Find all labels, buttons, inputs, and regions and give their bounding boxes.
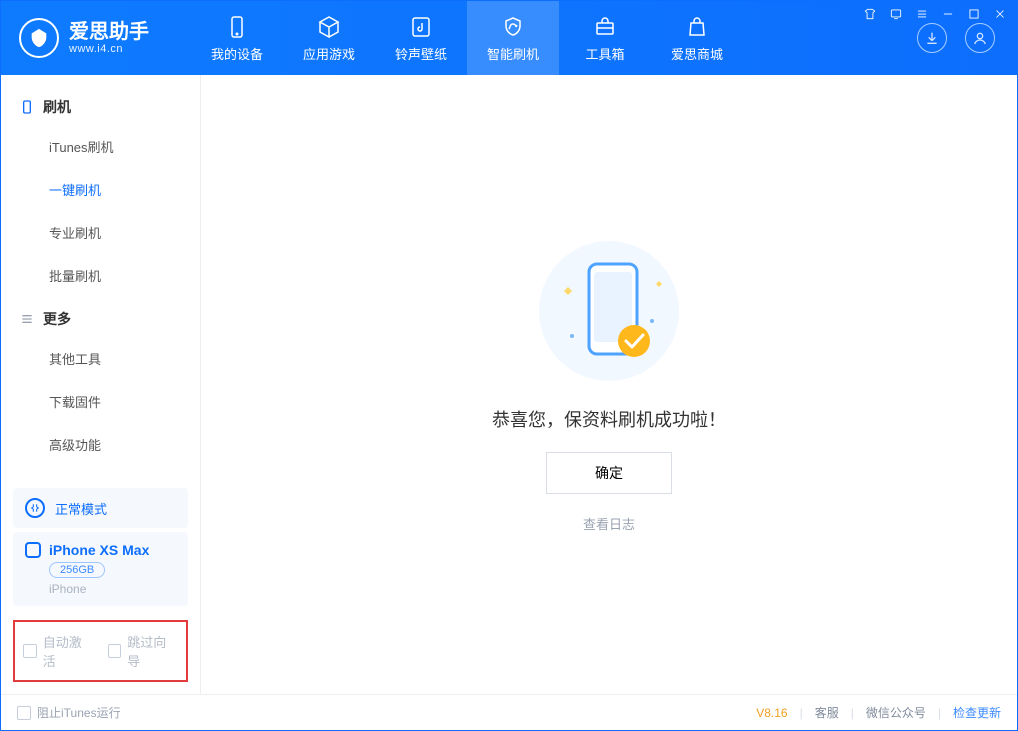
checkbox-label: 跳过向导 [127,632,178,670]
download-button[interactable] [917,23,947,53]
checkbox-auto-activate[interactable]: 自动激活 [23,632,94,670]
checkbox-block-itunes[interactable]: 阻止iTunes运行 [17,704,121,721]
checkbox-icon [23,644,37,658]
sidebar-item-advanced[interactable]: 高级功能 [1,423,200,466]
menu-icon[interactable] [915,7,929,21]
tab-ring-wallpaper[interactable]: 铃声壁纸 [375,1,467,75]
mode-icon [25,498,45,518]
tab-label: 应用游戏 [303,44,355,63]
list-icon [19,311,35,327]
view-log-link[interactable]: 查看日志 [583,514,635,533]
status-bar: 阻止iTunes运行 V8.16 | 客服 | 微信公众号 | 检查更新 [1,694,1017,730]
sidebar-group-label: 刷机 [43,97,71,117]
sidebar-group-more: 更多 [1,297,200,337]
refresh-shield-icon [500,14,526,40]
tab-label: 智能刷机 [487,44,539,63]
ok-button[interactable]: 确定 [546,452,672,494]
sidebar-group-flash: 刷机 [1,85,200,125]
checkbox-label: 阻止iTunes运行 [37,704,121,721]
account-button[interactable] [965,23,995,53]
bag-icon [684,14,710,40]
checkbox-label: 自动激活 [43,632,94,670]
checkbox-icon [108,644,122,658]
device-storage-badge: 256GB [49,562,105,578]
sidebar-item-other-tools[interactable]: 其他工具 [1,337,200,380]
checkbox-skip-guide[interactable]: 跳过向导 [108,632,179,670]
tab-label: 我的设备 [211,44,263,63]
device-mode-card[interactable]: 正常模式 [13,488,188,528]
music-icon [408,14,434,40]
success-message: 恭喜您，保资料刷机成功啦！ [492,406,726,432]
maximize-icon[interactable] [967,7,981,21]
tab-label: 工具箱 [585,44,624,63]
version-label: V8.16 [756,706,787,720]
close-icon[interactable] [993,7,1007,21]
sidebar-group-label: 更多 [43,309,71,329]
device-mode-label: 正常模式 [55,499,107,518]
feedback-icon[interactable] [889,7,903,21]
sidebar-item-onekey-flash[interactable]: 一键刷机 [1,168,200,211]
tab-toolbox[interactable]: 工具箱 [559,1,651,75]
app-title: 爱思助手 [69,21,149,43]
device-icon [19,99,35,115]
tab-apps-games[interactable]: 应用游戏 [283,1,375,75]
window-controls [863,7,1007,21]
app-subtitle: www.i4.cn [69,43,149,55]
tab-my-device[interactable]: 我的设备 [191,1,283,75]
toolbox-icon [592,14,618,40]
main-content: 恭喜您，保资料刷机成功啦！ 确定 查看日志 [201,75,1017,694]
app-header: 爱思助手 www.i4.cn 我的设备 应用游戏 铃声壁纸 智能刷机 工具箱 爱… [1,1,1017,75]
sidebar-item-pro-flash[interactable]: 专业刷机 [1,211,200,254]
checkbox-icon [17,706,31,720]
tab-label: 爱思商城 [671,44,723,63]
tab-label: 铃声壁纸 [395,44,447,63]
sidebar-item-download-firmware[interactable]: 下载固件 [1,380,200,423]
sidebar-item-batch-flash[interactable]: 批量刷机 [1,254,200,297]
skin-icon[interactable] [863,7,877,21]
support-link[interactable]: 客服 [815,704,839,721]
minimize-icon[interactable] [941,7,955,21]
app-body: 刷机 iTunes刷机 一键刷机 专业刷机 批量刷机 更多 其他工具 下载固件 … [1,75,1017,694]
device-icon [25,542,41,558]
wechat-link[interactable]: 微信公众号 [866,704,926,721]
flash-options-highlight: 自动激活 跳过向导 [13,620,188,682]
sidebar: 刷机 iTunes刷机 一键刷机 专业刷机 批量刷机 更多 其他工具 下载固件 … [1,75,201,694]
phone-icon [224,14,250,40]
device-name: iPhone XS Max [49,542,149,558]
device-type: iPhone [49,582,86,596]
top-nav: 我的设备 应用游戏 铃声壁纸 智能刷机 工具箱 爱思商城 [191,1,743,75]
cube-icon [316,14,342,40]
check-update-link[interactable]: 检查更新 [953,704,1001,721]
device-card[interactable]: iPhone XS Max 256GB iPhone [13,532,188,606]
sidebar-item-itunes-flash[interactable]: iTunes刷机 [1,125,200,168]
tab-smart-flash[interactable]: 智能刷机 [467,1,559,75]
logo-icon [19,18,59,58]
app-logo: 爱思助手 www.i4.cn [1,1,191,75]
success-illustration [534,236,684,386]
tab-store[interactable]: 爱思商城 [651,1,743,75]
